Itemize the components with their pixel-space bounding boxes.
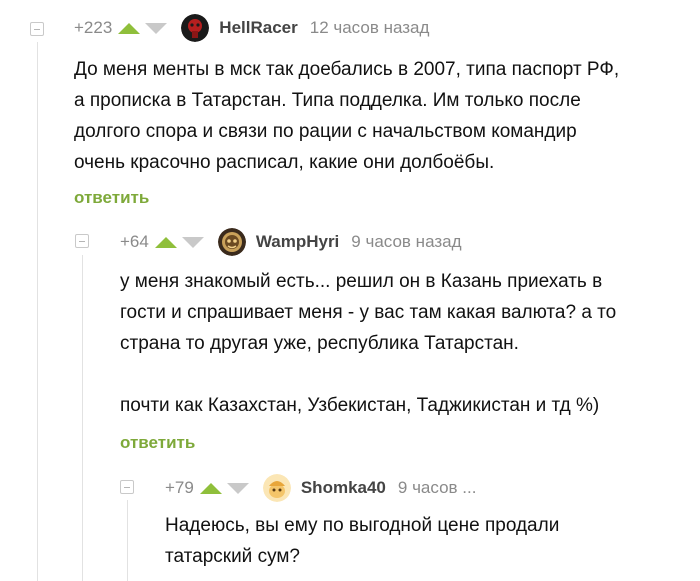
thread-line: [37, 42, 38, 581]
thread-line: [127, 500, 128, 581]
vote-up-icon[interactable]: [199, 482, 222, 494]
text-line: гости и спрашивает меня - у вас там кака…: [120, 302, 617, 323]
rating-value: +223: [74, 18, 113, 37]
comment-text: До меня менты в мск так доебались в 2007…: [74, 54, 619, 178]
timestamp: 9 часов ...: [397, 478, 477, 497]
collapse-icon[interactable]: [120, 480, 134, 494]
avatar[interactable]: [181, 14, 210, 42]
author-name[interactable]: Shomka40: [301, 478, 386, 498]
vote-down-icon[interactable]: [226, 482, 249, 494]
reply-link[interactable]: ответить: [74, 188, 149, 208]
rating-value: +79: [165, 478, 194, 497]
collapse-icon[interactable]: [75, 234, 89, 248]
timestamp: 12 часов назад: [309, 18, 430, 37]
vote-up-icon[interactable]: [118, 22, 141, 34]
text-line: у меня знакомый есть... решил он в Казан…: [120, 271, 603, 292]
text-line: страна то другая уже, республика Татарст…: [120, 333, 519, 354]
comment-header: +64 WampHyri 9 часов назад: [120, 228, 462, 256]
author-name[interactable]: HellRacer: [219, 18, 297, 38]
reply-link[interactable]: ответить: [120, 433, 195, 453]
author-name[interactable]: WampHyri: [256, 232, 339, 252]
vote-down-icon[interactable]: [181, 236, 204, 248]
text-line: татарский сум?: [165, 546, 300, 567]
comment-header: +223 HellRacer 12 часов назад: [74, 14, 429, 42]
text-line: Надеюсь, вы ему по выгодной цене продали: [165, 515, 560, 536]
avatar[interactable]: [217, 228, 246, 256]
text-line: а прописка в Татарстан. Типа подделка. И…: [74, 90, 581, 111]
thread-line: [82, 255, 83, 581]
rating-value: +64: [120, 232, 149, 251]
comment-text: Надеюсь, вы ему по выгодной цене продали…: [165, 510, 559, 572]
timestamp: 9 часов назад: [351, 232, 462, 251]
text-line: [120, 359, 616, 390]
vote-up-icon[interactable]: [154, 236, 177, 248]
avatar[interactable]: [262, 474, 291, 502]
text-line: почти как Казахстан, Узбекистан, Таджики…: [120, 395, 600, 416]
text-line: очень красочно расписал, какие они долбо…: [74, 152, 495, 173]
vote-down-icon[interactable]: [145, 22, 168, 34]
text-line: долгого спора и связи по рации с начальс…: [74, 121, 577, 142]
collapse-icon[interactable]: [30, 22, 44, 36]
text-line: До меня менты в мск так доебались в 2007…: [74, 59, 620, 80]
comment-text: у меня знакомый есть... решил он в Казан…: [120, 266, 616, 421]
comment-header: +79 Shomka40 9 часов ...: [165, 474, 476, 502]
